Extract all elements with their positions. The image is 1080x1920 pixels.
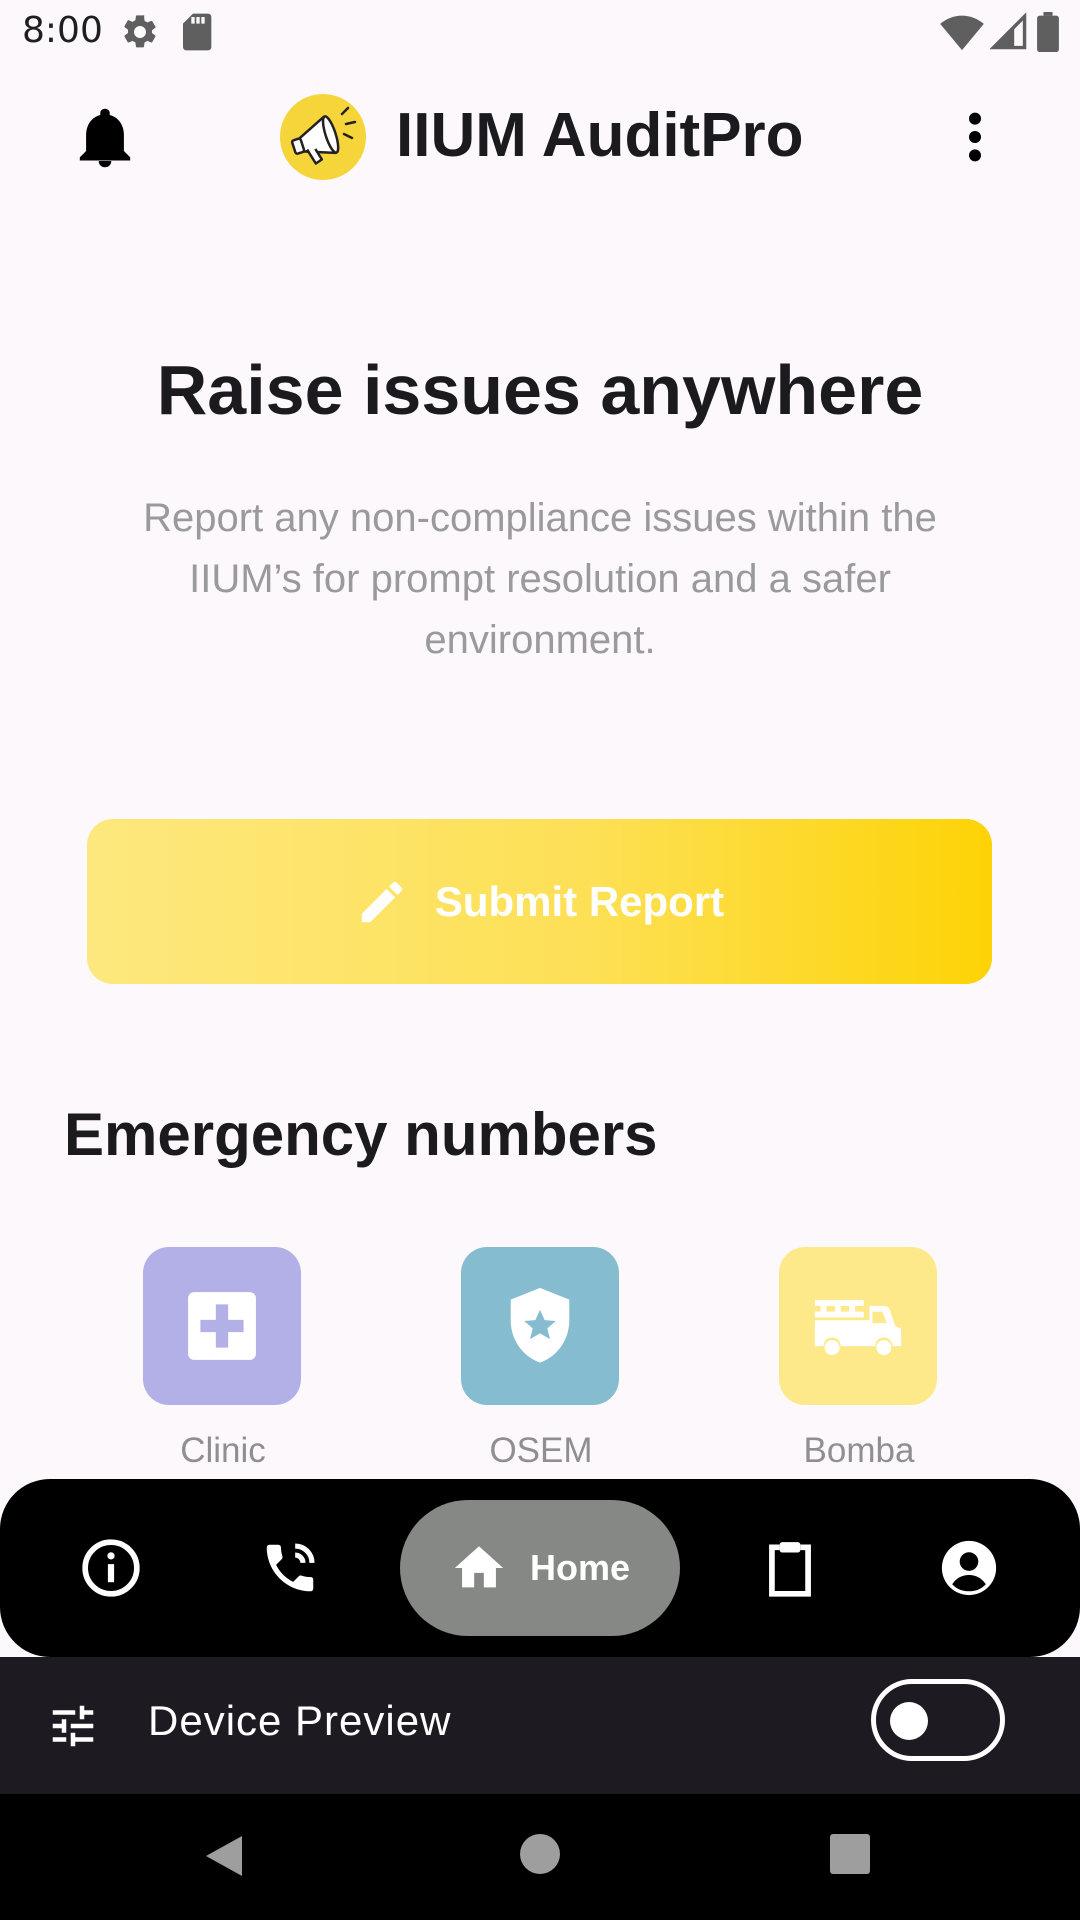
status-time: 8:00 <box>22 10 103 51</box>
app-title: IIUM AuditPro <box>396 101 804 170</box>
info-icon[interactable] <box>80 1537 142 1599</box>
megaphone-icon <box>290 106 357 165</box>
medical-cross-icon <box>188 1292 256 1360</box>
contact-bomba[interactable]: Bomba <box>779 1247 939 1471</box>
nav-home-selected[interactable]: Home <box>400 1500 680 1636</box>
settings-icon <box>124 15 156 48</box>
wifi-icon <box>940 15 984 51</box>
submit-report-label: Submit Report <box>434 877 725 925</box>
toggle-knob <box>890 1702 928 1740</box>
device-preview-label: Device Preview <box>148 1697 452 1744</box>
bottom-navigation: Home <box>0 1479 1080 1657</box>
contact-label: Clinic <box>180 1431 266 1470</box>
pencil-icon <box>361 881 403 922</box>
recents-icon[interactable] <box>830 1834 870 1874</box>
device-preview-bar: Device Preview <box>0 1657 1080 1794</box>
app-logo <box>280 94 366 180</box>
battery-icon <box>1037 12 1059 52</box>
hero-headline: Raise issues anywhere <box>156 351 924 429</box>
fire-truck-icon <box>814 1300 902 1356</box>
app-bar: IIUM AuditPro <box>0 64 1080 208</box>
hero-subtext: Report any non-compliance issues within … <box>143 496 937 662</box>
bomba-tile[interactable] <box>779 1247 937 1405</box>
nav-home-label: Home <box>529 1547 631 1588</box>
more-vert-icon[interactable] <box>960 112 990 162</box>
shield-star-icon <box>510 1287 570 1363</box>
emergency-title: Emergency numbers <box>64 1101 658 1168</box>
status-bar: 8:00 <box>0 0 1080 64</box>
tune-icon[interactable] <box>46 1699 100 1753</box>
device-preview-toggle[interactable] <box>871 1679 1005 1761</box>
account-icon[interactable] <box>938 1537 1000 1599</box>
home-icon <box>454 1546 504 1588</box>
contact-label: Bomba <box>803 1431 915 1470</box>
back-icon[interactable] <box>204 1834 244 1878</box>
clipboard-icon[interactable] <box>759 1537 821 1599</box>
osem-tile[interactable] <box>461 1247 619 1405</box>
clinic-tile[interactable] <box>143 1247 301 1405</box>
phone-call-icon[interactable] <box>259 1537 321 1599</box>
contact-clinic[interactable]: Clinic <box>143 1247 303 1471</box>
home-circle-icon[interactable] <box>520 1834 560 1874</box>
system-navigation-bar <box>0 1794 1080 1920</box>
contact-label: OSEM <box>489 1431 593 1470</box>
submit-report-button[interactable]: Submit Report <box>87 819 992 984</box>
signal-icon <box>990 12 1027 50</box>
sd-card-icon <box>183 13 212 51</box>
bell-icon[interactable] <box>78 108 132 168</box>
contact-osem[interactable]: OSEM <box>461 1247 621 1471</box>
screen: 8:00 IIUM AuditPro Raise issues anywhere… <box>0 0 1080 1920</box>
